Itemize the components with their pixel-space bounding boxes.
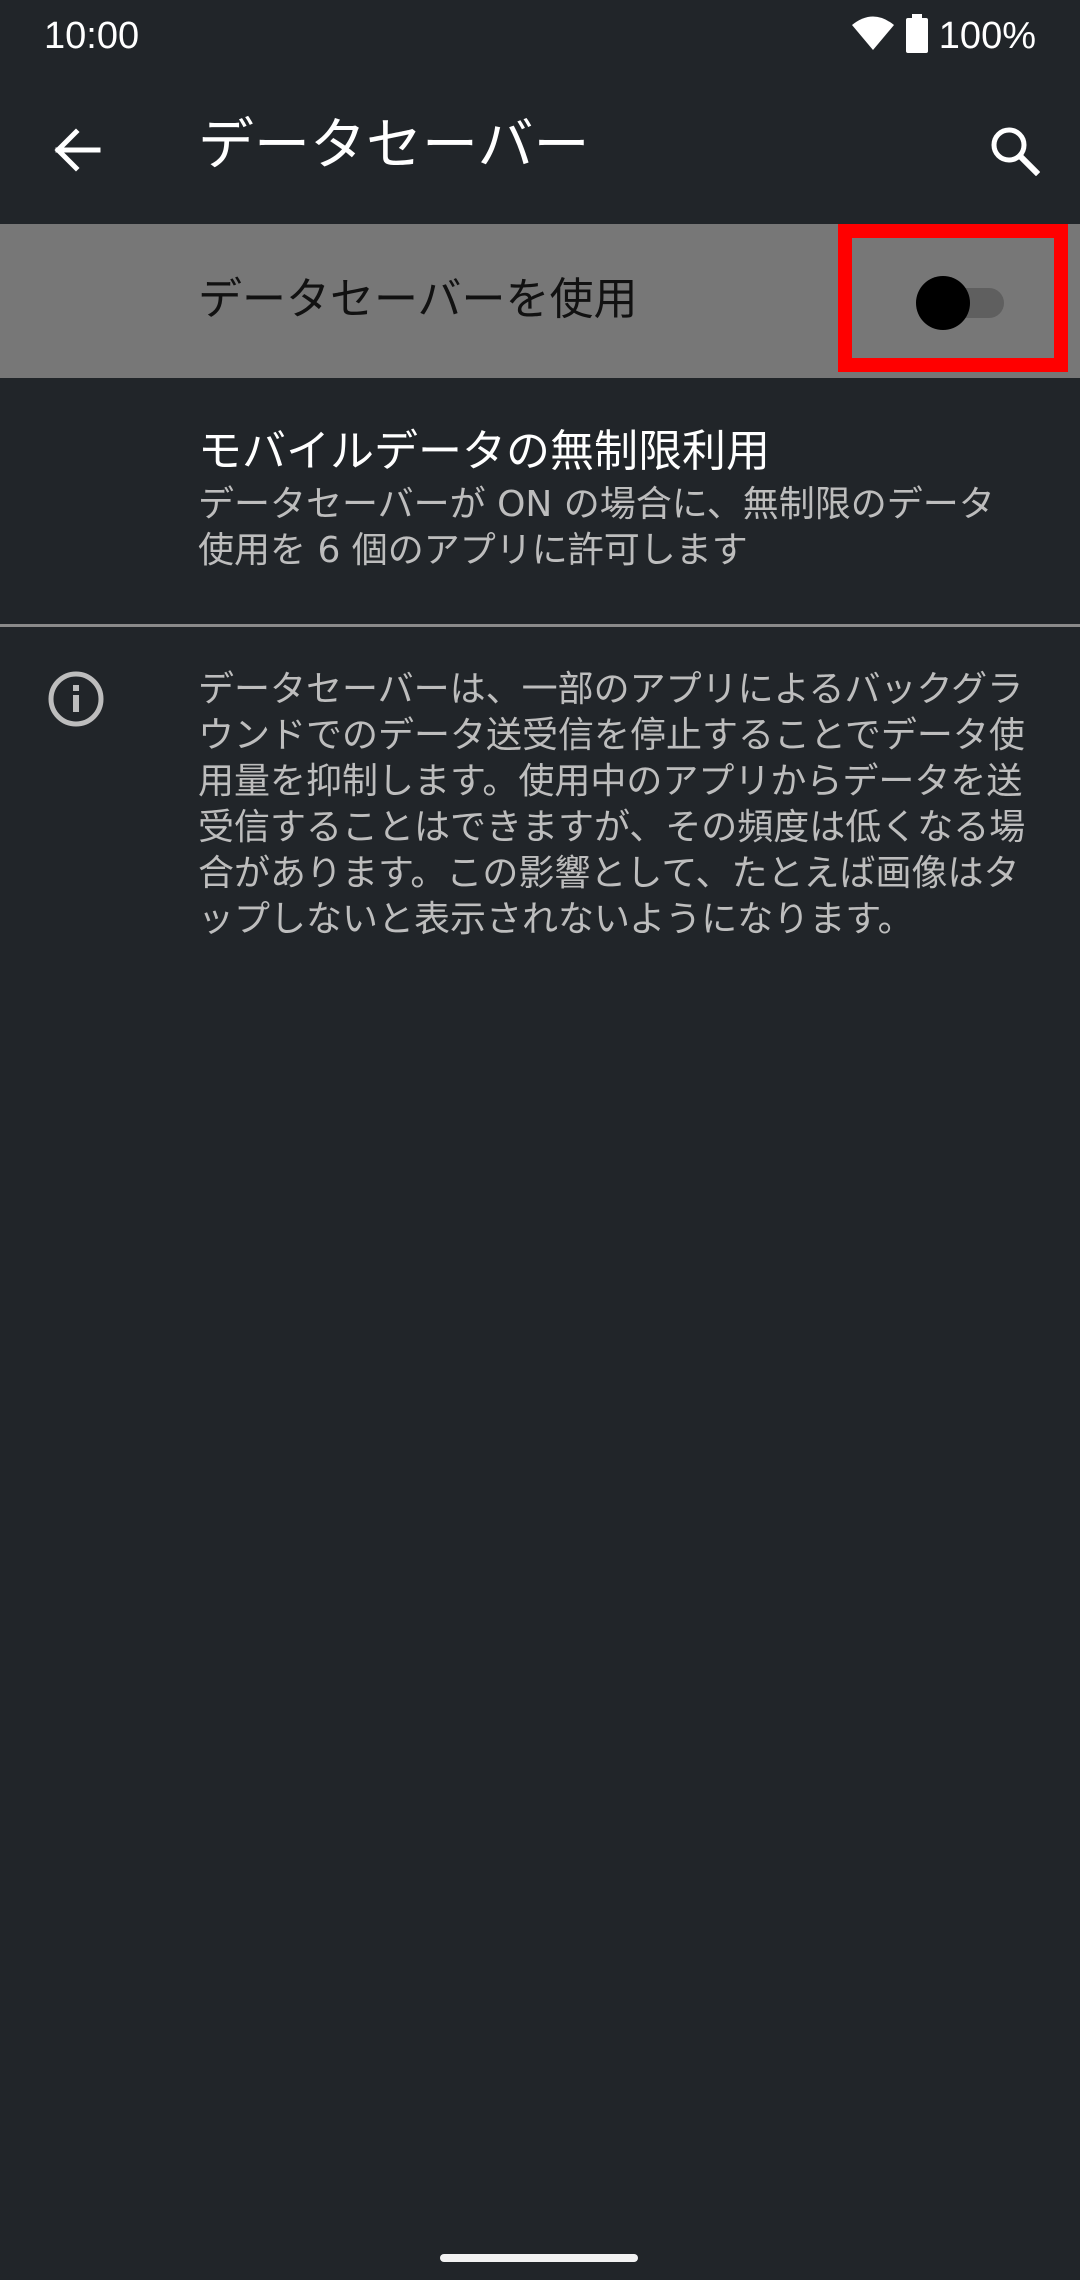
- status-icons: 100%: [851, 12, 1036, 60]
- unrestricted-data-summary: データセーバーが ON の場合に、無制限のデータ使用を 6 個のアプリに許可しま…: [198, 484, 995, 571]
- switch-thumb: [916, 276, 970, 330]
- status-time: 10:00: [44, 15, 140, 57]
- back-button[interactable]: [36, 112, 116, 192]
- use-data-saver-label: データセーバーを使用: [198, 274, 638, 325]
- info-icon: [44, 667, 108, 731]
- use-data-saver-row[interactable]: データセーバーを使用: [0, 224, 1080, 378]
- page-title: データセーバー: [198, 113, 590, 178]
- app-bar: データセーバー: [0, 72, 1080, 224]
- battery-icon: [905, 14, 929, 58]
- status-bar: 10:00 100%: [0, 0, 1080, 72]
- battery-percent: 100%: [938, 15, 1036, 57]
- arrow-back-icon: [50, 124, 102, 180]
- search-button[interactable]: [974, 112, 1054, 192]
- info-description: データセーバーは、一部のアプリによるバックグラウンドでのデータ送受信を停止するこ…: [198, 669, 1026, 940]
- unrestricted-data-row[interactable]: モバイルデータの無制限利用 データセーバーが ON の場合に、無制限のデータ使用…: [0, 378, 1080, 624]
- unrestricted-data-title: モバイルデータの無制限利用: [198, 426, 770, 477]
- search-icon: [988, 124, 1041, 180]
- data-saver-switch[interactable]: [912, 274, 1008, 330]
- home-indicator[interactable]: [440, 2254, 638, 2262]
- info-section: データセーバーは、一部のアプリによるバックグラウンドでのデータ送受信を停止するこ…: [0, 627, 1080, 1027]
- wifi-icon: [851, 16, 895, 56]
